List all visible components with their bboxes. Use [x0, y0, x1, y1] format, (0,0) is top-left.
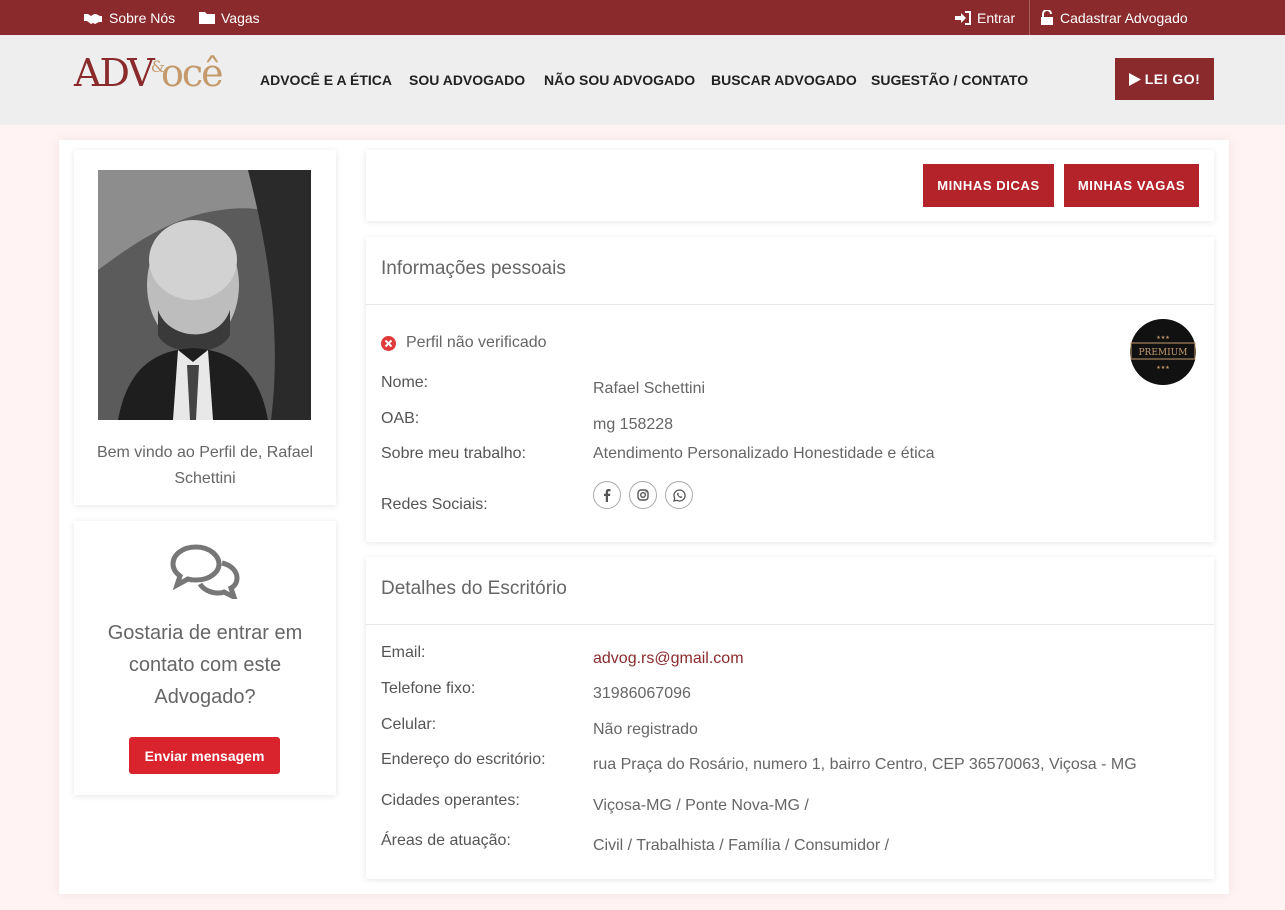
- social-label: Redes Sociais:: [381, 496, 488, 513]
- instagram-link[interactable]: [629, 481, 657, 509]
- nav-search-lawyer[interactable]: BUSCAR ADVOGADO: [711, 35, 857, 125]
- name-value: Rafael Schettini: [593, 380, 706, 397]
- email-link[interactable]: advog.rs@gmail.com: [593, 650, 744, 668]
- close-circle-icon: [381, 335, 396, 351]
- contact-question: Gostaria de entrar em contato com este A…: [107, 622, 303, 708]
- topbar-divider: [1029, 0, 1030, 35]
- oab-label: OAB:: [381, 410, 420, 427]
- whatsapp-link[interactable]: [665, 481, 693, 509]
- profile-card: Bem vindo ao Perfil de, Rafael Schettini: [74, 150, 336, 505]
- instagram-icon: [637, 489, 649, 501]
- sign-in-icon: [955, 10, 971, 25]
- unlock-icon: [1041, 10, 1053, 25]
- nav-suggestion-contact[interactable]: SUGESTÃO / CONTATO: [871, 35, 1028, 125]
- about-work-label: Sobre meu trabalho:: [381, 445, 526, 462]
- jobs-link[interactable]: Vagas: [199, 0, 260, 35]
- svg-text:PREMIUM: PREMIUM: [1139, 348, 1188, 358]
- mobile-value: Não registrado: [593, 721, 698, 738]
- cities-value: Viçosa-MG / Ponte Nova-MG /: [593, 797, 809, 814]
- contact-card: Gostaria de entrar em contato com este A…: [74, 521, 336, 795]
- premium-badge: ★★★ ★★★ PREMIUM: [1130, 319, 1196, 385]
- login-link[interactable]: Entrar: [955, 0, 1015, 35]
- actions-card: MINHAS DICAS MINHAS VAGAS: [366, 150, 1214, 221]
- folder-icon: [199, 12, 215, 24]
- comments-icon: [170, 544, 240, 599]
- section-divider: [366, 304, 1214, 305]
- profile-container: Bem vindo ao Perfil de, Rafael Schettini…: [59, 140, 1229, 894]
- site-logo[interactable]: ADV&ocê: [74, 51, 224, 95]
- section-divider: [366, 624, 1214, 625]
- areas-label: Áreas de atuação:: [381, 832, 511, 849]
- play-icon: [1128, 72, 1141, 86]
- register-lawyer-link[interactable]: Cadastrar Advogado: [1040, 0, 1188, 35]
- name-label: Nome:: [381, 374, 429, 391]
- personal-info-card: Informações pessoais Perfil não verifica…: [366, 237, 1214, 542]
- phone-value: 31986067096: [593, 685, 691, 702]
- verification-status: Perfil não verificado: [381, 334, 547, 352]
- svg-text:★★★: ★★★: [1156, 365, 1170, 371]
- lei-go-button[interactable]: LEI GO!: [1115, 58, 1214, 100]
- email-label: Email:: [381, 644, 426, 661]
- my-jobs-button[interactable]: MINHAS VAGAS: [1064, 164, 1199, 207]
- main-header: ADV&ocê ADVOCÊ E A ÉTICA SOU ADVOGADO NÃ…: [0, 35, 1285, 125]
- welcome-text: Bem vindo ao Perfil de, Rafael Schettini: [96, 444, 314, 487]
- whatsapp-icon: [672, 488, 686, 502]
- nav-not-lawyer[interactable]: NÃO SOU ADVOGADO: [544, 35, 695, 125]
- my-tips-button[interactable]: MINHAS DICAS: [923, 164, 1054, 207]
- mobile-label: Celular:: [381, 716, 437, 733]
- lawyer-photo: [98, 170, 311, 420]
- areas-value: Civil / Trabalhista / Família / Consumid…: [593, 837, 890, 854]
- address-value: rua Praça do Rosário, numero 1, bairro C…: [593, 756, 1137, 773]
- facebook-icon: [604, 488, 611, 502]
- office-details-card: Detalhes do Escritório Email: advog.rs@g…: [366, 557, 1214, 879]
- send-message-button[interactable]: Enviar mensagem: [129, 737, 280, 774]
- handshake-icon: [84, 13, 102, 24]
- nav-ethics[interactable]: ADVOCÊ E A ÉTICA: [260, 35, 392, 125]
- cities-label: Cidades operantes:: [381, 792, 520, 809]
- svg-text:★★★: ★★★: [1156, 335, 1170, 341]
- nav-i-am-lawyer[interactable]: SOU ADVOGADO: [409, 35, 525, 125]
- facebook-link[interactable]: [593, 481, 621, 509]
- phone-label: Telefone fixo:: [381, 680, 476, 697]
- office-details-title: Detalhes do Escritório: [381, 578, 567, 599]
- about-work-value: Atendimento Personalizado Honestidade e …: [593, 445, 935, 462]
- oab-value: mg 158228: [593, 416, 674, 433]
- address-label: Endereço do escritório:: [381, 751, 546, 768]
- top-bar: Sobre Nós Vagas Entrar Cadastrar Advogad…: [0, 0, 1285, 35]
- about-link[interactable]: Sobre Nós: [83, 0, 175, 35]
- personal-info-title: Informações pessoais: [381, 258, 566, 279]
